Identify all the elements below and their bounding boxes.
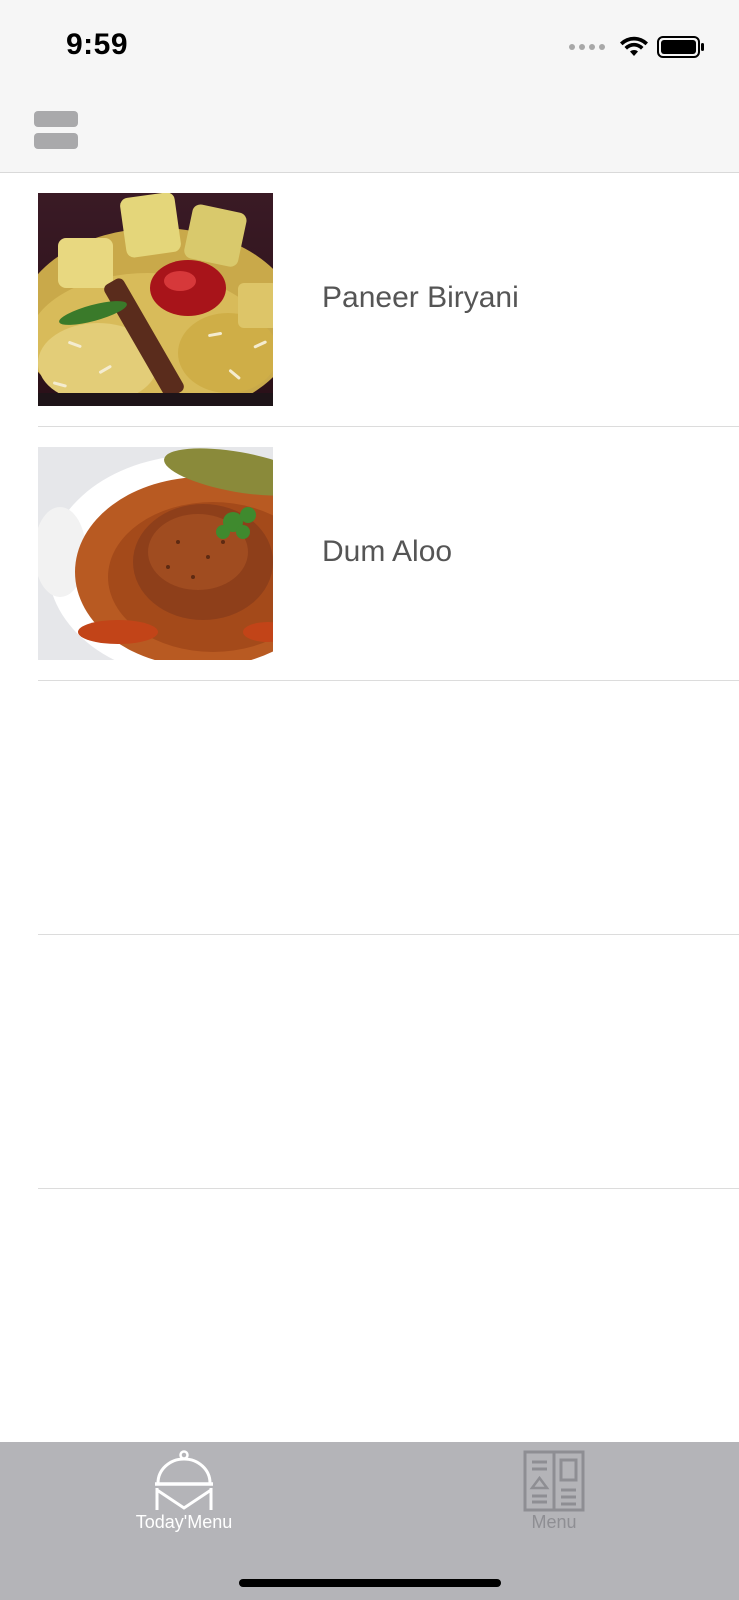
row-divider <box>38 1188 739 1189</box>
status-time: 9:59 <box>66 28 129 61</box>
tab-menu[interactable]: Menu <box>454 1450 654 1540</box>
dum-aloo-photo <box>38 447 273 660</box>
menu-toggle-button[interactable] <box>34 111 78 149</box>
list-item-title: Dum Aloo <box>322 535 453 568</box>
menu-icon-bar <box>34 133 78 149</box>
list-item[interactable]: Paneer Biryani <box>0 173 739 427</box>
list-item[interactable]: Dum Aloo <box>0 427 739 681</box>
menu-book-icon <box>523 1450 585 1512</box>
tab-todays-menu[interactable]: Today'Menu <box>84 1450 284 1540</box>
status-indicators <box>569 34 705 60</box>
dish-list: Paneer Biryani Dum Aloo <box>0 173 739 1189</box>
tab-todays-menu-label: Today'Menu <box>135 1512 233 1532</box>
paneer-biryani-photo <box>38 193 273 406</box>
list-item-empty <box>0 681 739 935</box>
tab-menu-label: Menu <box>531 1512 577 1532</box>
tab-bar: Today'Menu Menu <box>0 1442 739 1600</box>
list-item-empty <box>0 935 739 1189</box>
list-item-title: Paneer Biryani <box>322 281 519 314</box>
menu-icon <box>34 111 78 127</box>
cloche-icon <box>155 1450 213 1510</box>
cellular-signal-icon <box>569 44 605 50</box>
battery-icon <box>657 36 704 58</box>
home-indicator[interactable] <box>239 1579 501 1587</box>
top-bar: 9:59 <box>0 0 739 173</box>
wifi-icon <box>620 36 648 56</box>
